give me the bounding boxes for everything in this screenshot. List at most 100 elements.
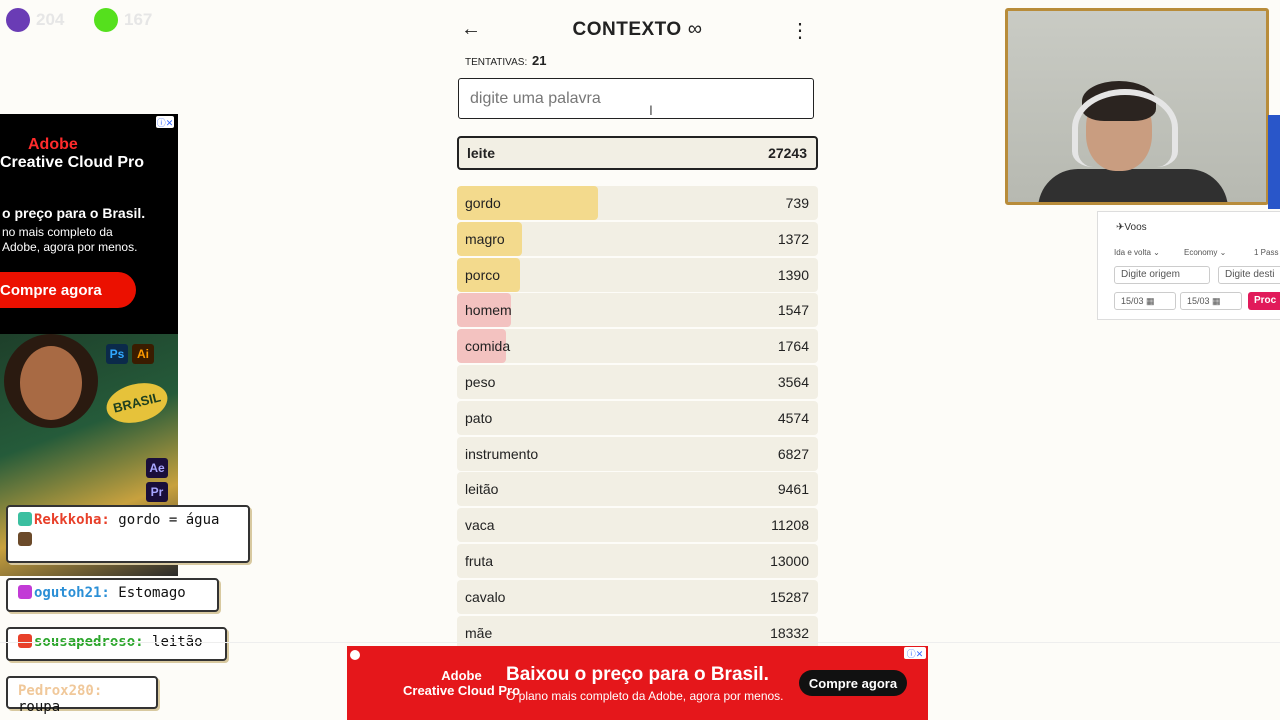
chat-username: Rekkkoha: — [34, 512, 110, 528]
trip-type-select[interactable]: Ida e volta ⌄ — [1114, 248, 1160, 257]
chat-username: ogutoh21: — [34, 585, 110, 601]
emote-icon — [18, 532, 32, 546]
guess-word: cavalo — [465, 588, 506, 605]
ad-product: Creative Cloud Pro — [0, 154, 145, 171]
ad-cta-button[interactable]: Compre agora — [0, 272, 136, 308]
guess-word: homem — [465, 302, 512, 319]
ad-logo: Adobe — [28, 136, 78, 153]
divider — [0, 642, 1280, 643]
passengers-select[interactable]: 1 Pass — [1254, 248, 1278, 257]
tries-counter: TENTATIVAS: 21 — [465, 53, 546, 68]
guess-rank: 1764 — [777, 338, 809, 355]
after-effects-icon: Ae — [146, 458, 168, 478]
guess-word: instrumento — [465, 445, 539, 462]
guess-rank: 18332 — [770, 624, 809, 641]
word-input[interactable] — [458, 78, 814, 119]
user-badge-icon — [18, 634, 32, 648]
chat-message: sousapedroso: leitão — [6, 627, 227, 661]
illustrator-icon: Ai — [132, 344, 154, 364]
ad-choices-icon[interactable] — [350, 650, 360, 660]
purple-dot-icon — [6, 8, 30, 32]
chat-text: gordo = água — [118, 512, 220, 528]
model-face — [20, 346, 82, 420]
guess-word: magro — [465, 230, 505, 247]
guess-word: mãe — [465, 624, 493, 641]
guess-rank: 27243 — [768, 145, 807, 161]
more-menu-icon[interactable]: ⋮ — [790, 18, 810, 43]
guess-rank: 6827 — [777, 445, 809, 462]
guess-rank: 9461 — [777, 481, 809, 498]
viewer-counter-green: 167 — [94, 8, 152, 32]
chat-message: ogutoh21: Estomago — [6, 578, 219, 612]
user-badge-icon — [18, 585, 32, 599]
ad-headline: o preço para o Brasil. — [2, 205, 146, 221]
guess-rank: 1390 — [777, 266, 809, 283]
counter-value: 167 — [124, 10, 153, 29]
guess-row: leitão 9461 — [457, 472, 818, 507]
guess-rank: 4574 — [777, 409, 809, 426]
green-dot-icon — [94, 8, 118, 32]
webcam-overlay — [1005, 8, 1269, 205]
guess-rank: 11208 — [771, 517, 809, 534]
page-title: CONTEXTO ∞ — [457, 18, 818, 41]
guess-row: vaca 11208 — [457, 508, 818, 543]
destination-input[interactable]: Digite desti — [1218, 266, 1280, 284]
ad-info-icon[interactable]: ⓘ✕ — [156, 116, 174, 128]
counter-value: 204 — [36, 10, 65, 29]
text-cursor-icon: I — [649, 102, 653, 118]
side-ad-edge — [1268, 115, 1280, 209]
photoshop-icon: Ps — [106, 344, 128, 364]
ad-subtext: no mais completo da Adobe, agora por men… — [2, 225, 138, 254]
premiere-icon: Pr — [146, 482, 168, 502]
brasil-badge: BRASIL — [102, 377, 172, 429]
flights-widget: ✈Voos Ida e volta ⌄ Economy ⌄ 1 Pass Dig… — [1097, 211, 1280, 320]
guess-rank: 739 — [785, 195, 809, 211]
headset-icon — [1072, 89, 1178, 167]
bottom-advertisement[interactable]: ⓘ✕ Adobe Creative Cloud Pro Baixou o pre… — [347, 646, 928, 720]
origin-input[interactable]: Digite origem — [1114, 266, 1210, 284]
game-header: ← CONTEXTO ∞ ⋮ — [457, 0, 818, 58]
chat-text: roupa — [18, 699, 61, 715]
flights-title: ✈Voos — [1116, 222, 1147, 233]
date-return-input[interactable]: 15/03 ▦ — [1180, 292, 1242, 310]
guess-word: leite — [467, 145, 496, 161]
guess-row: comida 1764 — [457, 329, 818, 364]
guess-word: pato — [465, 409, 493, 426]
infinity-icon: ∞ — [687, 18, 703, 40]
guess-rank: 13000 — [770, 553, 809, 569]
guess-word: vaca — [465, 517, 495, 534]
guess-row: homem 1547 — [457, 293, 818, 328]
contexto-game: ← CONTEXTO∞ ⋮ TENTATIVAS: 21 I leite 272… — [457, 0, 818, 650]
ad-subtext: O plano mais completo da Adobe, agora po… — [506, 689, 784, 703]
ad-cta-button[interactable]: Compre agora — [799, 670, 907, 696]
guess-word: gordo — [465, 195, 501, 211]
guess-row: mãe 18332 — [457, 615, 818, 650]
title-text: CONTEXTO — [572, 19, 682, 40]
chat-text: Estomago — [118, 585, 186, 601]
chat-message: Pedrox280: roupa — [6, 676, 158, 715]
guess-rank: 1547 — [777, 302, 809, 319]
ad-logo: Adobe Creative Cloud Pro — [403, 668, 521, 698]
chat-username: Pedrox280: — [18, 683, 103, 699]
guess-word: leitão — [465, 481, 499, 498]
ad-headline: Baixou o preço para o Brasil. — [506, 664, 769, 685]
guess-row: porco 1390 — [457, 257, 818, 292]
guess-row: pato 4574 — [457, 400, 818, 435]
tries-label: TENTATIVAS: — [465, 57, 528, 68]
guess-rank: 15287 — [770, 588, 809, 605]
chat-message: Rekkkoha: gordo = água — [6, 505, 250, 563]
guess-row: fruta 13000 — [457, 544, 818, 578]
guess-rank: 3564 — [777, 374, 809, 390]
cabin-select[interactable]: Economy ⌄ — [1184, 248, 1226, 257]
ad-close-icon[interactable]: ⓘ✕ — [904, 647, 926, 659]
user-badge-icon — [18, 512, 32, 526]
viewer-counter-purple: 204 — [6, 8, 64, 32]
guess-rank: 1372 — [777, 230, 809, 247]
flights-search-button[interactable]: Proc — [1248, 292, 1280, 310]
tries-value: 21 — [532, 53, 547, 68]
guess-word: comida — [465, 338, 511, 355]
guess-word: porco — [465, 266, 501, 283]
guess-word: peso — [465, 374, 496, 390]
guess-row: gordo 739 — [457, 186, 818, 220]
date-depart-input[interactable]: 15/03 ▦ — [1114, 292, 1176, 310]
